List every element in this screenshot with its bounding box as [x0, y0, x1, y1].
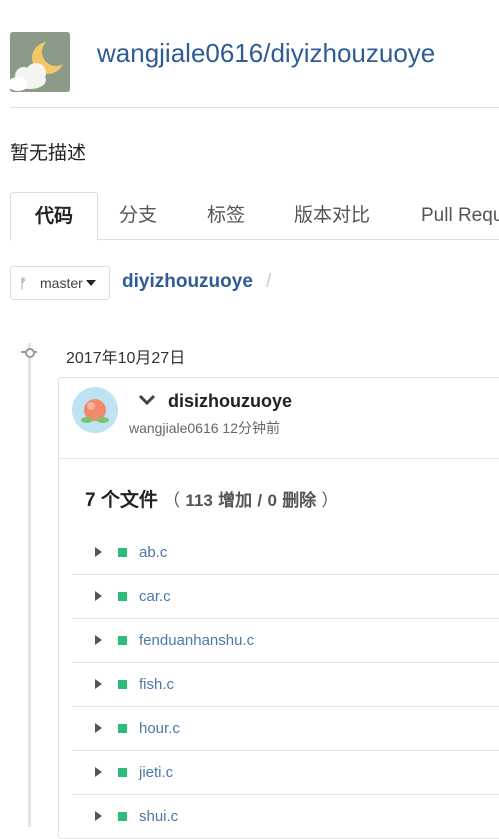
repo-description: 暂无描述	[10, 143, 87, 164]
file-name[interactable]: jieti.c	[139, 764, 173, 781]
file-row[interactable]: hour.c	[72, 707, 499, 751]
added-file-icon	[118, 592, 127, 601]
added-file-icon	[118, 548, 127, 557]
deletions-count: 0	[267, 491, 277, 510]
caret-right-icon[interactable]	[95, 547, 102, 557]
repo-tabs: 代码 分支 标签 版本对比 Pull Requ	[10, 192, 499, 241]
files-count: 7 个文件	[85, 490, 158, 511]
added-file-icon	[118, 724, 127, 733]
additions-label: 增加	[218, 491, 253, 510]
caret-right-icon[interactable]	[95, 767, 102, 777]
deletions-label: 删除	[282, 491, 317, 510]
tab-branches[interactable]: 分支	[119, 192, 157, 239]
repo-avatar[interactable]	[10, 32, 70, 92]
diff-summary: 7 个文件 （ 113 增加 / 0 删除 ）	[85, 485, 338, 512]
summary-close-paren: ）	[321, 491, 339, 510]
branch-label: master	[40, 275, 83, 291]
caret-right-icon[interactable]	[95, 635, 102, 645]
caret-right-icon[interactable]	[95, 679, 102, 689]
file-row[interactable]: car.c	[72, 575, 499, 619]
file-name[interactable]: car.c	[139, 588, 171, 605]
tab-tags[interactable]: 标签	[207, 192, 245, 239]
file-row[interactable]: ab.c	[72, 531, 499, 575]
commit-card-divider	[58, 458, 499, 459]
tab-compare[interactable]: 版本对比	[294, 192, 370, 239]
file-row[interactable]: fenduanhanshu.c	[72, 619, 499, 663]
file-name[interactable]: ab.c	[139, 544, 167, 561]
breadcrumb-repo[interactable]: diyizhouzuoye	[122, 271, 253, 293]
caret-right-icon[interactable]	[95, 591, 102, 601]
commit-node-icon	[21, 345, 37, 359]
caret-right-icon[interactable]	[95, 811, 102, 821]
caret-down-icon	[86, 280, 96, 286]
file-name[interactable]: fenduanhanshu.c	[139, 632, 254, 649]
branch-selector[interactable]: ᚠ master	[10, 266, 110, 300]
file-name[interactable]: fish.c	[139, 676, 174, 693]
breadcrumb-separator: /	[266, 271, 272, 292]
branch-icon: ᚠ	[19, 275, 28, 291]
caret-right-icon[interactable]	[95, 723, 102, 733]
added-file-icon	[118, 812, 127, 821]
added-file-icon	[118, 636, 127, 645]
chevron-down-icon[interactable]	[138, 393, 156, 407]
summary-open-paren: （	[163, 491, 181, 510]
file-name[interactable]: shui.c	[139, 808, 178, 825]
summary-slash: /	[257, 491, 263, 510]
header-divider	[10, 107, 499, 108]
file-list: ab.c car.c fenduanhanshu.c fish.c hour.c…	[72, 531, 499, 839]
added-file-icon	[118, 768, 127, 777]
commit-title[interactable]: disizhouzuoye	[168, 391, 292, 412]
file-row[interactable]: jieti.c	[72, 751, 499, 795]
timeline-line	[28, 343, 31, 827]
tab-code[interactable]: 代码	[10, 192, 98, 241]
author-avatar[interactable]	[72, 387, 118, 433]
added-file-icon	[118, 680, 127, 689]
file-name[interactable]: hour.c	[139, 720, 180, 737]
file-row[interactable]: shui.c	[72, 795, 499, 839]
commit-meta: wangjiale0616 12分钟前	[129, 420, 280, 436]
additions-count: 113	[185, 491, 213, 510]
repo-header	[10, 32, 70, 92]
timeline-date: 2017年10月27日	[66, 350, 186, 367]
file-row[interactable]: fish.c	[72, 663, 499, 707]
repo-title[interactable]: wangjiale0616/diyizhouzuoye	[97, 38, 435, 69]
tab-pull-requests[interactable]: Pull Requ	[421, 192, 499, 239]
